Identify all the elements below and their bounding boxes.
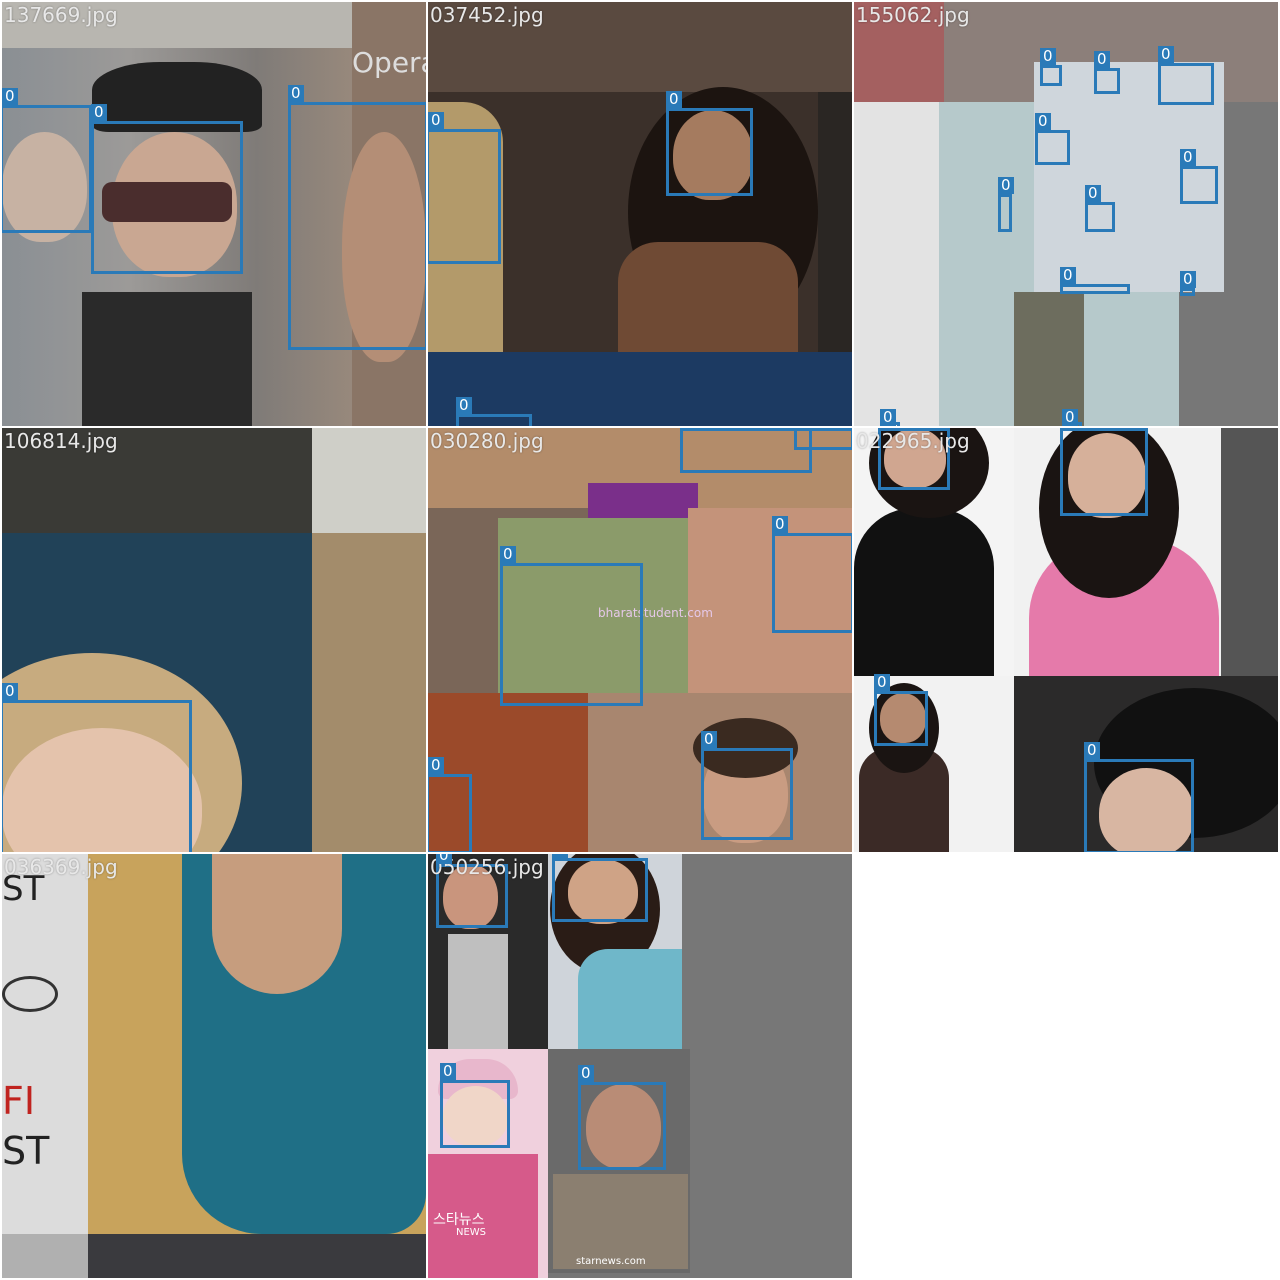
photo-patch (312, 533, 426, 852)
class-label: 0 (1180, 271, 1196, 288)
class-label: 0 (1084, 742, 1100, 759)
sign-text: ST (2, 1129, 50, 1173)
jacket (854, 508, 994, 676)
skin (212, 854, 342, 994)
detection-box (1040, 65, 1062, 86)
jacket (553, 1174, 688, 1269)
class-label: 0 (428, 112, 444, 129)
watermark: starnews.com (576, 1256, 646, 1267)
class-label: 0 (500, 546, 516, 563)
detection-box (288, 102, 426, 350)
photo-patch (88, 1234, 426, 1278)
filename-label: 137669.jpg (4, 3, 118, 27)
photo-patch (1221, 428, 1278, 676)
watermark: 스타뉴스 (433, 1212, 485, 1228)
class-label: 0 (1060, 428, 1076, 430)
class-label: 0 (1094, 51, 1110, 68)
class-label: 0 (772, 516, 788, 533)
class-label: 0 (1085, 185, 1101, 202)
detection-box (500, 563, 643, 706)
dress (578, 949, 682, 1049)
class-label: 0 (2, 88, 18, 105)
detection-box (1094, 68, 1120, 94)
detection-box (874, 691, 928, 746)
detection-box (456, 414, 532, 426)
class-label: 0 (1060, 267, 1076, 284)
class-label: 0 (552, 854, 568, 858)
class-label: 0 (288, 85, 304, 102)
tile-106814: 106814.jpg 0 (2, 428, 426, 852)
detection-box (680, 428, 812, 473)
class-label: 0 (428, 757, 444, 774)
detection-box (1060, 428, 1148, 516)
shirt (448, 934, 508, 1049)
detection-box (2, 105, 92, 233)
tile-137669: Opera 137669.jpg 0 0 0 (2, 2, 426, 426)
filename-label: 036369.jpg (4, 855, 118, 879)
detection-box (428, 774, 472, 852)
detection-box (1180, 288, 1195, 296)
tile-037452: 037452.jpg 0 0 0 (428, 2, 852, 426)
detection-box (578, 1082, 666, 1170)
top (618, 242, 798, 362)
overlay-text: Opera (352, 46, 426, 79)
class-label: 0 (1180, 149, 1196, 166)
detection-box (1035, 130, 1070, 165)
ring-logo (2, 976, 58, 1012)
class-label: 0 (701, 731, 717, 748)
class-label: 0 (1035, 113, 1051, 130)
filename-label: 022965.jpg (856, 429, 970, 453)
class-label: 0 (1040, 48, 1056, 65)
class-label: 0 (874, 674, 890, 691)
detection-box (1158, 63, 1214, 105)
detection-box (91, 121, 243, 274)
detection-box (1084, 759, 1194, 852)
class-label: 0 (456, 397, 472, 414)
photo-patch (2, 1234, 88, 1278)
class-label: 0 (1158, 46, 1174, 63)
detection-box (794, 428, 852, 450)
detection-box (666, 108, 753, 196)
class-label: 0 (680, 428, 696, 430)
class-label: 0 (1062, 409, 1078, 426)
tile-036369: ST FI ST 036369.jpg (2, 854, 426, 1278)
detection-box (428, 129, 501, 264)
watermark: NEWS (456, 1227, 487, 1238)
detection-box (1085, 202, 1115, 232)
detection-box (440, 1080, 510, 1148)
photo-patch (312, 428, 426, 533)
sign-text: FI (2, 1079, 36, 1123)
detection-box (772, 533, 852, 633)
class-label: 0 (578, 1065, 594, 1082)
class-label: 0 (91, 104, 107, 121)
shirt (82, 292, 252, 426)
trousers (1014, 292, 1084, 426)
photo-patch (854, 102, 939, 426)
filename-label: 030280.jpg (430, 429, 544, 453)
class-label: 0 (2, 683, 18, 700)
mosaic-grid: Opera 137669.jpg 0 0 0 037452.jpg 0 0 0 (0, 0, 1280, 1280)
class-label: 0 (880, 409, 896, 426)
class-label: 0 (440, 1063, 456, 1080)
detection-box (1060, 284, 1130, 294)
filename-label: 106814.jpg (4, 429, 118, 453)
class-label: 0 (998, 177, 1014, 194)
filename-label: 155062.jpg (856, 3, 970, 27)
tile-155062: 155062.jpg 0 0 0 0 0 0 0 0 0 0 0 (854, 2, 1278, 426)
tile-022965: 022965.jpg 0 0 0 0 (854, 428, 1278, 852)
class-label: 0 (436, 854, 452, 864)
detection-box (2, 700, 192, 852)
tile-030280: bharatstudent.com 030280.jpg 0 0 0 0 0 0 (428, 428, 852, 852)
tile-050256: 스타뉴스 NEWS starnews.com 050256.jpg 0 0 0 … (428, 854, 852, 1278)
detection-box (1180, 166, 1218, 204)
photo-patch (2, 854, 88, 1278)
class-label: 0 (666, 91, 682, 108)
class-label: 0 (794, 428, 810, 430)
filename-label: 037452.jpg (430, 3, 544, 27)
detection-box (701, 748, 793, 840)
class-label: 0 (878, 428, 894, 430)
detection-box (998, 194, 1012, 232)
detection-box (552, 858, 648, 922)
